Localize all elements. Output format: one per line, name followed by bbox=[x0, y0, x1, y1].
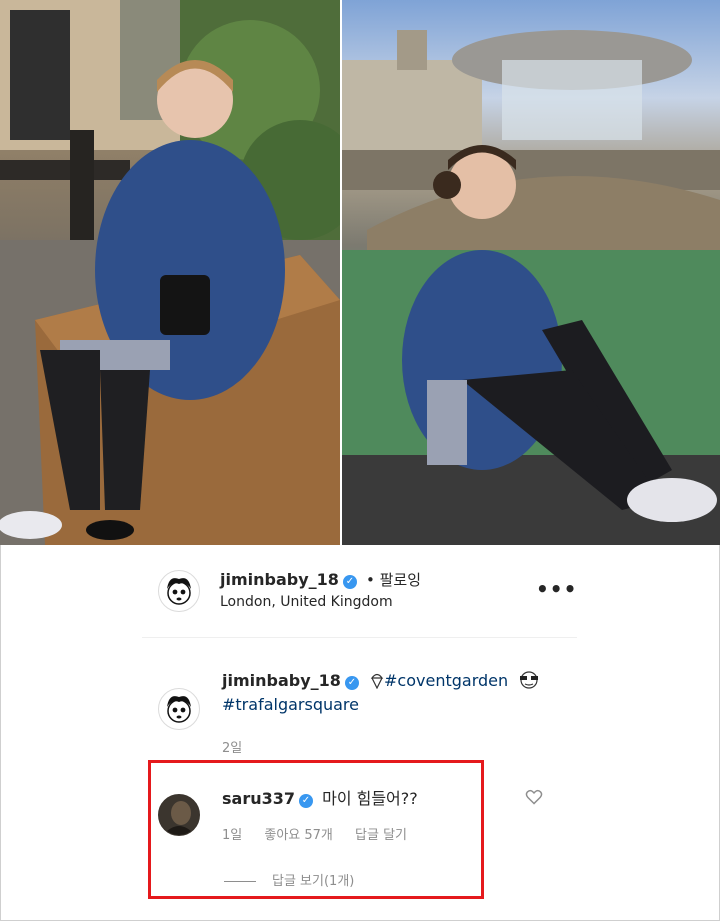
caption-timestamp[interactable]: 2일 bbox=[222, 737, 242, 756]
caption-username[interactable]: jiminbaby_18 bbox=[222, 671, 341, 690]
commenter-photo-icon bbox=[159, 795, 199, 835]
view-replies-label: 답글 보기(1개) bbox=[272, 874, 355, 889]
post-photo-right[interactable] bbox=[342, 0, 720, 545]
verified-badge-icon: ✓ bbox=[299, 794, 313, 808]
hashtag-coventgarden[interactable]: #coventgarden bbox=[384, 671, 508, 690]
photo-covent-garden-illustration bbox=[0, 0, 340, 545]
author-avatar[interactable] bbox=[158, 570, 200, 612]
replies-dash bbox=[224, 881, 256, 882]
photo-trafalgar-fountain-illustration bbox=[342, 30, 720, 545]
author-username[interactable]: jiminbaby_18 bbox=[220, 570, 339, 589]
more-options-button[interactable]: ••• bbox=[536, 577, 577, 601]
comment-text: 마이 힘들어?? bbox=[322, 789, 418, 808]
caption-author-avatar[interactable] bbox=[158, 688, 200, 730]
commenter-avatar[interactable] bbox=[158, 794, 200, 836]
comment-likes-count[interactable]: 좋아요 57개 bbox=[264, 828, 333, 843]
commenter-username[interactable]: saru337 bbox=[222, 789, 295, 808]
verified-badge-icon: ✓ bbox=[344, 676, 359, 690]
comment-meta: 1일 좋아요 57개 답글 달기 bbox=[222, 824, 425, 843]
caption-line-2: #trafalgarsquare bbox=[222, 695, 359, 714]
verified-badge-icon: ✓ bbox=[342, 575, 357, 589]
header-divider bbox=[142, 637, 577, 638]
post-header: jiminbaby_18 ✓ • 팔로잉 bbox=[220, 569, 421, 590]
comment-line: saru337 ✓ 마이 힘들어?? bbox=[222, 785, 418, 809]
heart-outline-icon bbox=[525, 789, 543, 805]
like-comment-button[interactable] bbox=[525, 789, 543, 809]
ice-cream-emoji-icon bbox=[370, 673, 384, 690]
caption-line: jiminbaby_18 ✓ #coventgarden bbox=[222, 671, 541, 690]
comment-timestamp[interactable]: 1일 bbox=[222, 828, 242, 843]
sunglasses-emoji-icon bbox=[520, 671, 539, 689]
view-replies-button[interactable]: 답글 보기(1개) bbox=[224, 870, 354, 889]
following-status[interactable]: • 팔로잉 bbox=[366, 571, 421, 589]
post-photo-left[interactable] bbox=[0, 0, 340, 545]
betty-boop-avatar-icon bbox=[167, 578, 191, 605]
post-location[interactable]: London, United Kingdom bbox=[220, 594, 393, 610]
hashtag-trafalgarsquare[interactable]: #trafalgarsquare bbox=[222, 695, 359, 714]
betty-boop-avatar-icon bbox=[167, 696, 191, 723]
reply-button[interactable]: 답글 달기 bbox=[355, 828, 407, 843]
more-horizontal-icon: ••• bbox=[536, 577, 578, 601]
